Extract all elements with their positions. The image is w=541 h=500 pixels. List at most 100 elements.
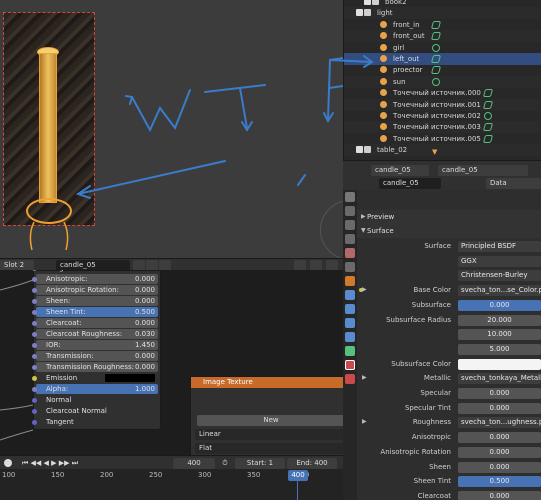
texture-tab-icon[interactable] xyxy=(345,374,355,384)
light-data-icon[interactable] xyxy=(482,100,494,109)
timeline[interactable]: 100150200250300350400 400 xyxy=(0,469,343,500)
preview-panel-header[interactable]: ▶ Preview xyxy=(357,210,541,224)
object-name-field[interactable]: candle_05 xyxy=(371,165,429,176)
light-data-icon[interactable] xyxy=(482,89,494,98)
property-value[interactable]: 0.500 xyxy=(458,476,541,488)
bsdf-input-row[interactable]: Anisotropic Rotation: 0.000 xyxy=(32,285,158,295)
property-value[interactable]: 5.000 xyxy=(458,343,541,355)
light-data-icon[interactable] xyxy=(432,43,440,52)
socket-icon[interactable] xyxy=(32,354,37,359)
candle-object[interactable] xyxy=(39,53,57,203)
emission-color-swatch[interactable] xyxy=(105,374,155,382)
outliner-row[interactable]: left_out xyxy=(344,53,541,65)
property-value[interactable]: 0.000 xyxy=(458,388,541,399)
checkbox-icon[interactable] xyxy=(356,146,363,154)
socket-icon[interactable] xyxy=(32,310,37,315)
bsdf-input-row[interactable]: Alpha: 1.000 xyxy=(32,384,158,394)
bsdf-input-row[interactable]: Roughness xyxy=(32,270,158,273)
slot-material-field[interactable]: candle_05 xyxy=(379,178,441,189)
bsdf-input-row[interactable]: Clearcoat Normal xyxy=(32,406,158,416)
current-frame-field[interactable]: 400 xyxy=(173,458,215,469)
projection-dropdown[interactable]: Flat xyxy=(195,443,343,454)
bsdf-input-row[interactable]: Sheen Tint: 0.500 xyxy=(32,307,158,317)
image-texture-node[interactable]: Image Texture New Linear Flat xyxy=(190,376,343,455)
outliner-row[interactable]: front_out xyxy=(344,30,541,43)
physics-tab-icon[interactable] xyxy=(345,318,355,328)
outliner-row[interactable]: Точечный источник.003 xyxy=(344,121,541,134)
socket-icon[interactable] xyxy=(32,277,37,282)
property-value[interactable]: 20.000 xyxy=(458,314,541,326)
socket-icon[interactable] xyxy=(32,343,37,348)
property-value[interactable]: 0.000 xyxy=(458,490,541,500)
property-value[interactable]: 0.000 xyxy=(458,446,541,458)
light-data-icon[interactable] xyxy=(430,55,442,63)
bsdf-input-row[interactable]: Sheen: 0.000 xyxy=(32,296,158,306)
scene-tab-icon[interactable] xyxy=(345,248,355,258)
light-data-icon[interactable] xyxy=(482,134,494,143)
property-value[interactable]: svecha_ton...se_Color.png xyxy=(458,285,541,297)
light-data-icon[interactable] xyxy=(430,20,442,29)
socket-icon[interactable] xyxy=(32,398,37,403)
playback-buttons[interactable]: ⏮ ◀◀ ◀ ▶ ▶▶ ⏭ xyxy=(20,458,80,469)
property-value[interactable]: 0.000 xyxy=(458,299,541,311)
bsdf-input-row[interactable]: Clearcoat: 0.000 xyxy=(32,318,158,328)
material-tab-icon[interactable] xyxy=(345,360,355,370)
playhead[interactable]: 400 xyxy=(288,470,308,481)
property-value[interactable]: svecha_tonkaya_Metall... xyxy=(458,373,541,385)
bsdf-input-row[interactable]: Emission xyxy=(32,373,158,383)
record-icon[interactable] xyxy=(4,459,12,467)
outliner-row[interactable]: light xyxy=(344,7,541,20)
bsdf-input-row[interactable]: Normal xyxy=(32,395,158,405)
outliner-row[interactable]: proector xyxy=(344,64,541,76)
outliner-row[interactable]: Точечный источник.001 xyxy=(344,98,541,111)
end-frame-field[interactable]: End: 400 xyxy=(287,458,337,469)
outliner-row[interactable]: sun xyxy=(344,75,541,88)
socket-icon[interactable] xyxy=(32,270,37,271)
socket-icon[interactable] xyxy=(32,387,37,392)
checkbox-icon[interactable] xyxy=(356,9,363,17)
light-data-icon[interactable] xyxy=(430,66,442,75)
bsdf-input-row[interactable]: Transmission Roughness: 0.000 xyxy=(32,362,158,372)
outliner-row[interactable]: girl xyxy=(344,42,541,54)
constraints-tab-icon[interactable] xyxy=(345,332,355,342)
property-value[interactable]: svecha_ton...ughness.png xyxy=(458,417,541,429)
viewport-3d[interactable] xyxy=(0,0,343,258)
outliner-row[interactable]: front_in xyxy=(344,19,541,31)
bsdf-input-row[interactable]: Transmission: 0.000 xyxy=(32,351,158,361)
surface-panel-header[interactable]: ▼ Surface xyxy=(357,224,541,238)
node-editor[interactable]: RoughnessAnisotropic:0.000Anisotropic Ro… xyxy=(0,270,343,455)
chevron-right-icon[interactable]: ▶ xyxy=(362,374,367,381)
outliner-row[interactable]: Точечный источник.005 xyxy=(344,133,541,145)
socket-icon[interactable] xyxy=(32,420,37,425)
property-value[interactable] xyxy=(458,358,541,370)
light-data-icon[interactable] xyxy=(484,112,492,120)
socket-icon[interactable] xyxy=(32,299,37,304)
chevron-right-icon[interactable]: ▶ xyxy=(362,286,367,293)
view-layer-tab-icon[interactable] xyxy=(345,234,355,244)
property-value[interactable]: 0.000 xyxy=(458,461,541,473)
socket-icon[interactable] xyxy=(32,365,37,370)
bsdf-input-row[interactable]: Anisotropic: 0.000 xyxy=(32,274,158,284)
chevron-right-icon[interactable]: ▶ xyxy=(362,418,367,425)
data-tab-icon[interactable] xyxy=(345,346,355,356)
light-data-icon[interactable] xyxy=(482,123,494,132)
outliner-row[interactable]: Точечный источник.000 xyxy=(344,87,541,99)
bsdf-input-row[interactable]: Clearcoat Roughness: 0.030 xyxy=(32,329,158,339)
socket-icon[interactable] xyxy=(32,409,37,414)
world-tab-icon[interactable] xyxy=(345,262,355,272)
interpolation-dropdown[interactable]: Linear xyxy=(195,429,343,440)
output-tab-icon[interactable] xyxy=(345,220,355,230)
property-value[interactable]: Principled BSDF xyxy=(458,241,541,252)
outliner[interactable]: book2 light front_in front_out girl left_out p… xyxy=(343,0,541,160)
socket-icon[interactable] xyxy=(32,321,37,326)
property-value[interactable]: 0.000 xyxy=(458,432,541,444)
modifier-tab-icon[interactable] xyxy=(345,290,355,300)
material-name-field[interactable]: candle_05 xyxy=(438,165,528,176)
navigation-gizmo[interactable] xyxy=(320,200,343,258)
particles-tab-icon[interactable] xyxy=(345,304,355,314)
render-tab-icon[interactable] xyxy=(345,206,355,216)
object-tab-icon[interactable] xyxy=(345,276,355,286)
property-value[interactable]: 0.000 xyxy=(458,402,541,414)
outliner-row[interactable]: Точечный источник.002 xyxy=(344,110,541,122)
data-dropdown[interactable]: Data xyxy=(486,178,541,189)
